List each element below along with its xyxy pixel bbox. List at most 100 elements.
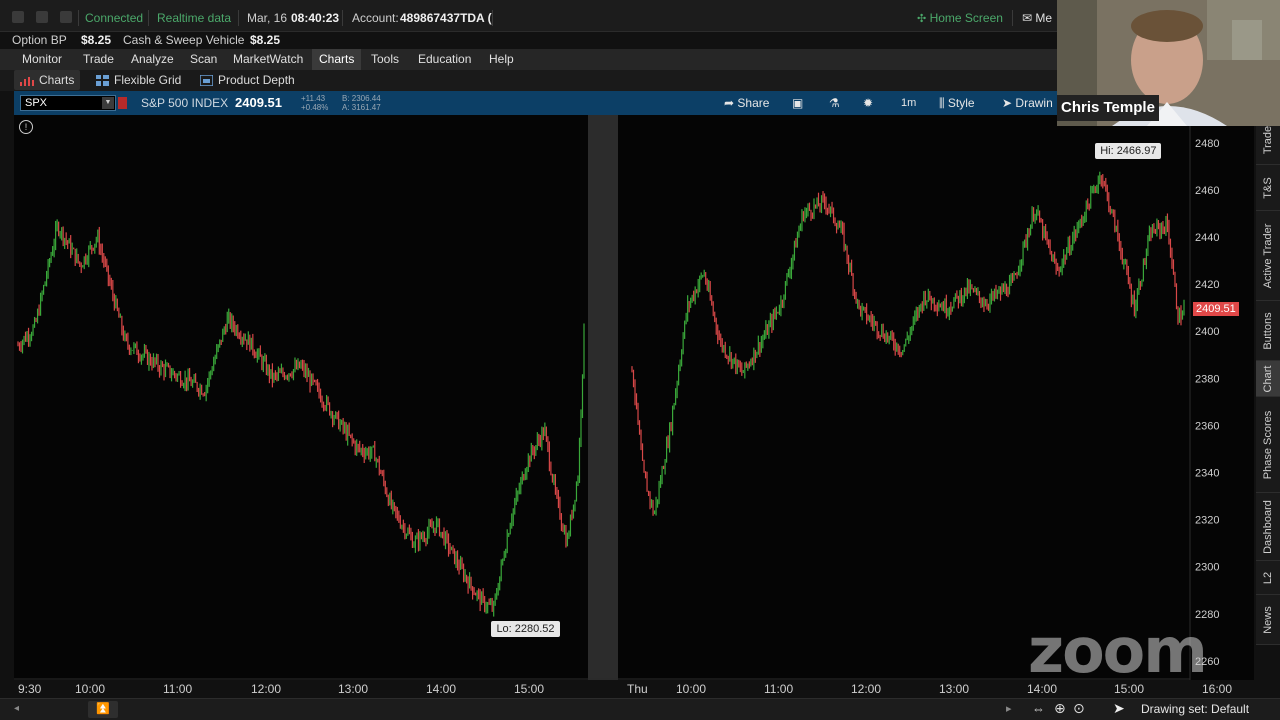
right-tab-l2[interactable]: L2 [1256, 561, 1280, 595]
menu-help[interactable]: Help [482, 49, 521, 70]
cursor-icon: ➤ [1002, 96, 1013, 110]
menu-marketwatch[interactable]: MarketWatch [226, 49, 310, 70]
right-tab-t-s[interactable]: T&S [1256, 165, 1280, 211]
zoom-icon[interactable]: ⊙ [1073, 700, 1085, 717]
high-price-label: Hi: 2466.97 [1095, 143, 1162, 160]
y-tick-label: 2340 [1195, 468, 1219, 480]
right-tab-buttons[interactable]: Buttons [1256, 301, 1280, 361]
collapse-icon: ⏫ [96, 703, 110, 715]
studies-button[interactable]: ⚗ [829, 91, 840, 115]
x-tick-label: 9:30 [18, 682, 42, 696]
bar-chart-icon [20, 76, 34, 86]
messages-button[interactable]: ✉ Me [1022, 0, 1052, 32]
y-tick-label: 2360 [1195, 420, 1219, 432]
y-tick-label: 2380 [1195, 373, 1219, 385]
symbol-input[interactable]: SPX ▼ [20, 95, 116, 111]
x-tick-label: 11:00 [163, 682, 193, 696]
chart-header: SPX ▼ S&P 500 INDEX 2409.51 +11.43 +0.48… [14, 91, 1080, 115]
price-chart[interactable]: 2260 2280 2300 2320 2340 2360 2380 2400 2420 2440… [14, 115, 1254, 696]
menu-charts[interactable]: Charts [312, 49, 362, 70]
change-display: +11.43 +0.48% [301, 94, 329, 112]
settings-button[interactable]: ✹ [863, 91, 873, 115]
presenter-name: Chris Temple [1057, 95, 1159, 121]
right-tab-dashboard[interactable]: Dashboard [1256, 493, 1280, 561]
x-tick-label: 14:00 [1027, 682, 1058, 696]
share-button[interactable]: ➦ Share [724, 91, 769, 115]
menu-scan[interactable]: Scan [183, 49, 224, 70]
right-tab-chart[interactable]: Chart [1256, 361, 1280, 397]
interval-selector[interactable]: 1m [901, 91, 916, 115]
scroll-left-icon[interactable]: ◂ [14, 703, 19, 714]
chevron-down-icon[interactable]: ▼ [102, 97, 114, 109]
realtime-status: Realtime data [157, 11, 232, 25]
pointer-icon[interactable]: ➤ [1113, 700, 1125, 717]
subtab-product-depth[interactable]: Product Depth [200, 70, 295, 90]
save-chart-icon: ▣ [792, 96, 804, 110]
y-tick-label: 2300 [1195, 562, 1219, 574]
pan-icon[interactable]: ⇔ [1032, 701, 1045, 716]
grid-icon [96, 75, 109, 87]
y-tick-label: 2440 [1195, 232, 1219, 244]
right-sidebar-tabs: Trade T&S Active Trader Buttons Chart Phase S… [1256, 115, 1280, 645]
account-selector[interactable]: 489867437TDA ( [400, 0, 492, 32]
date-display: Mar, 16 [247, 11, 288, 25]
window-maximize-icon[interactable] [60, 11, 72, 23]
cash-value: $8.25 [250, 33, 281, 47]
home-screen-icon: ✣ [917, 13, 927, 25]
session-gap [588, 115, 618, 680]
menu-analyze[interactable]: Analyze [124, 49, 181, 70]
y-tick-label: 2420 [1195, 279, 1219, 291]
window-minimize-icon[interactable] [36, 11, 48, 23]
chart-settings-save-button[interactable]: ▣ [792, 91, 803, 115]
right-tab-news[interactable]: News [1256, 595, 1280, 645]
x-tick-label: 15:00 [514, 682, 545, 696]
crosshair-icon[interactable]: ⊕ [1054, 700, 1066, 717]
option-bp-label: Option BP [12, 33, 67, 47]
menu-education[interactable]: Education [411, 49, 478, 70]
cash-label: Cash & Sweep Vehicle [123, 33, 245, 47]
gear-icon: ✹ [863, 96, 874, 110]
account-label: Account: [352, 11, 399, 25]
presenter-video: Chris Temple [1057, 0, 1280, 126]
symbol-link-icon[interactable] [118, 97, 127, 109]
info-icon[interactable]: ! [19, 120, 33, 134]
x-tick-label: 10:00 [676, 682, 707, 696]
drawing-set-selector[interactable]: Drawing set: Default [1141, 699, 1249, 719]
envelope-icon: ✉ [1022, 11, 1033, 25]
y-tick-label: 2400 [1195, 326, 1219, 338]
style-button[interactable]: ⫼ Style [939, 91, 975, 115]
bottom-toolbar: ◂ ⏫ ▸ ⇔ ⊕ ⊙ ➤ Drawing set: Default [0, 698, 1280, 720]
chart-canvas[interactable]: 2260228023002320234023602380240024202440… [14, 115, 1254, 696]
scroll-right-icon[interactable]: ▸ [1006, 702, 1012, 715]
share-icon: ➦ [724, 96, 735, 110]
x-tick-label: 10:00 [75, 682, 106, 696]
right-tab-active-trader[interactable]: Active Trader [1256, 211, 1280, 301]
collapse-panel-button[interactable]: ⏫ [88, 701, 118, 718]
subtab-flexible-grid[interactable]: Flexible Grid [96, 70, 181, 90]
x-tick-label: 12:00 [851, 682, 882, 696]
subtab-charts[interactable]: Charts [14, 70, 81, 90]
zoom-watermark: zoom [1028, 614, 1208, 687]
connection-status: Connected [85, 11, 144, 25]
y-tick-label: 2480 [1195, 138, 1219, 150]
home-screen-button[interactable]: ✣ Home Screen [917, 0, 1003, 32]
window-close-icon[interactable] [12, 11, 24, 23]
time-axis: 9:30 10:00 11:00 12:00 13:00 14:00 15:00 Thu 10:… [14, 680, 1254, 698]
candles-icon: ⫼ [939, 96, 945, 110]
right-tab-phase-scores[interactable]: Phase Scores [1256, 397, 1280, 493]
depth-icon [200, 75, 213, 87]
bid-ask-display: B: 2306.44 A: 3161.47 [342, 94, 381, 112]
current-price-tag: 2409.51 [1193, 301, 1239, 316]
y-tick-label: 2460 [1195, 185, 1219, 197]
menu-monitor[interactable]: Monitor [15, 49, 69, 70]
last-price: 2409.51 [235, 95, 282, 110]
time-display: 08:40:23 [291, 11, 340, 25]
x-tick-label: 12:00 [251, 682, 282, 696]
drawings-button[interactable]: ➤ Drawin [1002, 91, 1053, 115]
menu-trade[interactable]: Trade [76, 49, 121, 70]
flask-icon: ⚗ [829, 96, 840, 110]
x-tick-label: 16:00 [1202, 682, 1233, 696]
menu-tools[interactable]: Tools [364, 49, 406, 70]
instrument-name: S&P 500 INDEX [141, 96, 229, 110]
x-tick-label: 11:00 [764, 682, 794, 696]
